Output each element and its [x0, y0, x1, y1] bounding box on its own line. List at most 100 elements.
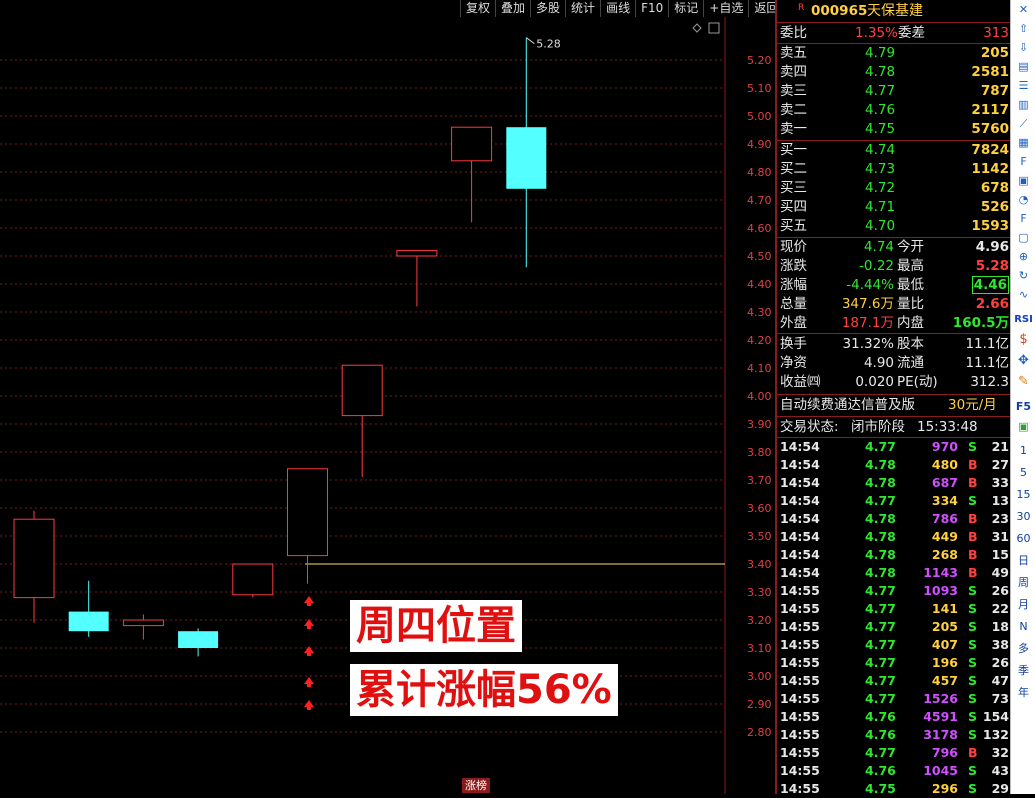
- order-book-row[interactable]: 卖一 4.75 5760: [777, 120, 1012, 139]
- list-icon[interactable]: ☰: [1013, 77, 1034, 95]
- order-book-row[interactable]: 卖四 4.78 2581: [777, 63, 1012, 82]
- rank-tab[interactable]: 涨榜: [462, 778, 490, 793]
- quote-stat-row: 总量 347.6万 量比 2.66: [780, 296, 1009, 312]
- level-volume: 787: [980, 83, 1009, 99]
- chart-toolbar: 复权 叠加 多股 统计 画线 F10 标记 +自选 返回: [460, 0, 783, 17]
- y-tick-label: 4.40: [747, 278, 772, 291]
- candle-body: [396, 249, 438, 257]
- level-volume: 1142: [971, 161, 1009, 177]
- period-0[interactable]: 1: [1013, 440, 1034, 462]
- y-tick-label: 3.10: [747, 642, 772, 655]
- refresh-icon[interactable]: ↻: [1013, 267, 1034, 285]
- order-book-row[interactable]: 买一 4.74 7824: [777, 141, 1012, 160]
- period-9[interactable]: 多: [1013, 638, 1034, 660]
- pen-icon[interactable]: ✎: [1013, 373, 1034, 391]
- f12-icon[interactable]: F: [1013, 210, 1034, 228]
- period-8[interactable]: N: [1013, 616, 1034, 638]
- period-5[interactable]: 日: [1013, 550, 1034, 572]
- order-book-row[interactable]: 买三 4.72 678: [777, 179, 1012, 198]
- tick-row: 14:55 4.77 457 S 47: [780, 673, 1009, 688]
- dollar-icon[interactable]: $: [1013, 331, 1034, 349]
- y-tick-label: 3.80: [747, 446, 772, 459]
- tick-row: 14:54 4.77 970 S 21: [780, 439, 1009, 454]
- candle-body: [287, 468, 328, 557]
- f5-button[interactable]: F5: [1013, 398, 1034, 416]
- y-tick-label: 2.80: [747, 726, 772, 739]
- up-arrow-icon: [304, 619, 314, 629]
- period-1[interactable]: 5: [1013, 462, 1034, 484]
- order-book-row[interactable]: 买五 4.70 1593: [777, 217, 1012, 236]
- window-icon[interactable]: ▢: [1013, 229, 1034, 247]
- y-tick-label: 5.20: [747, 54, 772, 67]
- f10-icon[interactable]: F: [1013, 153, 1034, 171]
- y-tick-label: 3.60: [747, 502, 772, 515]
- period-10[interactable]: 季: [1013, 660, 1034, 682]
- promo-row[interactable]: 自动续费通达信普及版 30元/月: [777, 396, 1012, 415]
- order-book-row[interactable]: 买四 4.71 526: [777, 198, 1012, 217]
- table-icon[interactable]: ▦: [1013, 134, 1034, 152]
- order-book-row[interactable]: 卖五 4.79 205: [777, 44, 1012, 63]
- toolbar-button[interactable]: 画线: [600, 0, 635, 17]
- y-tick-label: 4.70: [747, 194, 772, 207]
- close-icon[interactable]: ✕: [1013, 1, 1034, 19]
- pie-icon[interactable]: ◔: [1013, 191, 1034, 209]
- period-7[interactable]: 月: [1013, 594, 1034, 616]
- y-tick-label: 4.10: [747, 362, 772, 375]
- tick-row: 14:54 4.77 334 S 13: [780, 493, 1009, 508]
- quote-icon[interactable]: ▤: [1013, 58, 1034, 76]
- annotation-line1: 周四位置: [350, 600, 522, 652]
- level-price: 4.75: [865, 121, 896, 137]
- order-book-row[interactable]: 卖三 4.77 787: [777, 82, 1012, 101]
- arrow-up-icon[interactable]: ⇧: [1013, 20, 1034, 38]
- wave-icon[interactable]: ∿: [1013, 286, 1034, 304]
- toolbar-button[interactable]: F10: [635, 0, 668, 17]
- order-book-row[interactable]: 买二 4.73 1142: [777, 160, 1012, 179]
- period-4[interactable]: 60: [1013, 528, 1034, 550]
- up-arrow-icon: [304, 596, 314, 606]
- period-11[interactable]: 年: [1013, 682, 1034, 704]
- level-volume: 5760: [971, 121, 1009, 137]
- trend-icon[interactable]: ⟋: [1013, 115, 1034, 133]
- high-pointer: [525, 37, 535, 45]
- rsi-button[interactable]: RSI: [1013, 311, 1034, 329]
- expand-icon: [708, 22, 720, 34]
- tick-row: 14:55 4.76 3178 S 132: [780, 727, 1009, 742]
- tick-row: 14:55 4.77 1526 S 73: [780, 691, 1009, 706]
- quote-stat-row: 外盘 187.1万 内盘 160.5万: [780, 315, 1009, 331]
- level-label: 卖四: [780, 64, 807, 80]
- y-tick-label: 4.00: [747, 390, 772, 403]
- toolbar-button[interactable]: 叠加: [495, 0, 530, 17]
- fundamental-row: 收益㈣ 0.020 PE(动) 312.3: [780, 374, 1009, 390]
- quote-stat-row: 涨跌 -0.22 最高 5.28: [780, 258, 1009, 274]
- candle-body: [451, 126, 493, 162]
- y-tick-label: 4.60: [747, 222, 772, 235]
- candle-body: [122, 619, 164, 627]
- order-book-row[interactable]: 卖二 4.76 2117: [777, 101, 1012, 120]
- period-2[interactable]: 15: [1013, 484, 1034, 506]
- kline-icon[interactable]: ▥: [1013, 96, 1034, 114]
- move-icon[interactable]: ✥: [1013, 352, 1034, 370]
- high-label: 5.28: [536, 38, 561, 51]
- candle-body: [178, 631, 219, 648]
- y-tick-label: 4.30: [747, 306, 772, 319]
- toolbar-button[interactable]: +自选: [703, 0, 748, 17]
- toolbar-button[interactable]: 多股: [530, 0, 565, 17]
- period-3[interactable]: 30: [1013, 506, 1034, 528]
- toolbar-button[interactable]: 复权: [460, 0, 495, 17]
- y-tick-label: 4.90: [747, 138, 772, 151]
- toolbar-button[interactable]: 标记: [668, 0, 703, 17]
- image-icon[interactable]: ▣: [1013, 418, 1034, 436]
- arrow-down-icon[interactable]: ⇩: [1013, 39, 1034, 57]
- up-arrow-icon: [304, 646, 314, 656]
- level-price: 4.72: [865, 180, 896, 196]
- weibi-row: 委比 1.35% 委差 313: [780, 25, 1009, 41]
- tick-row: 14:54 4.78 268 B 15: [780, 547, 1009, 562]
- chart-icon[interactable]: ▣: [1013, 172, 1034, 190]
- period-6[interactable]: 周: [1013, 572, 1034, 594]
- zoom-icon[interactable]: ⊕: [1013, 248, 1034, 266]
- tick-row: 14:55 4.77 196 S 26: [780, 655, 1009, 670]
- toolbar-button[interactable]: 统计: [565, 0, 600, 17]
- tick-row: 14:55 4.77 407 S 38: [780, 637, 1009, 652]
- level-volume: 1593: [971, 218, 1009, 234]
- level-label: 卖五: [780, 45, 807, 61]
